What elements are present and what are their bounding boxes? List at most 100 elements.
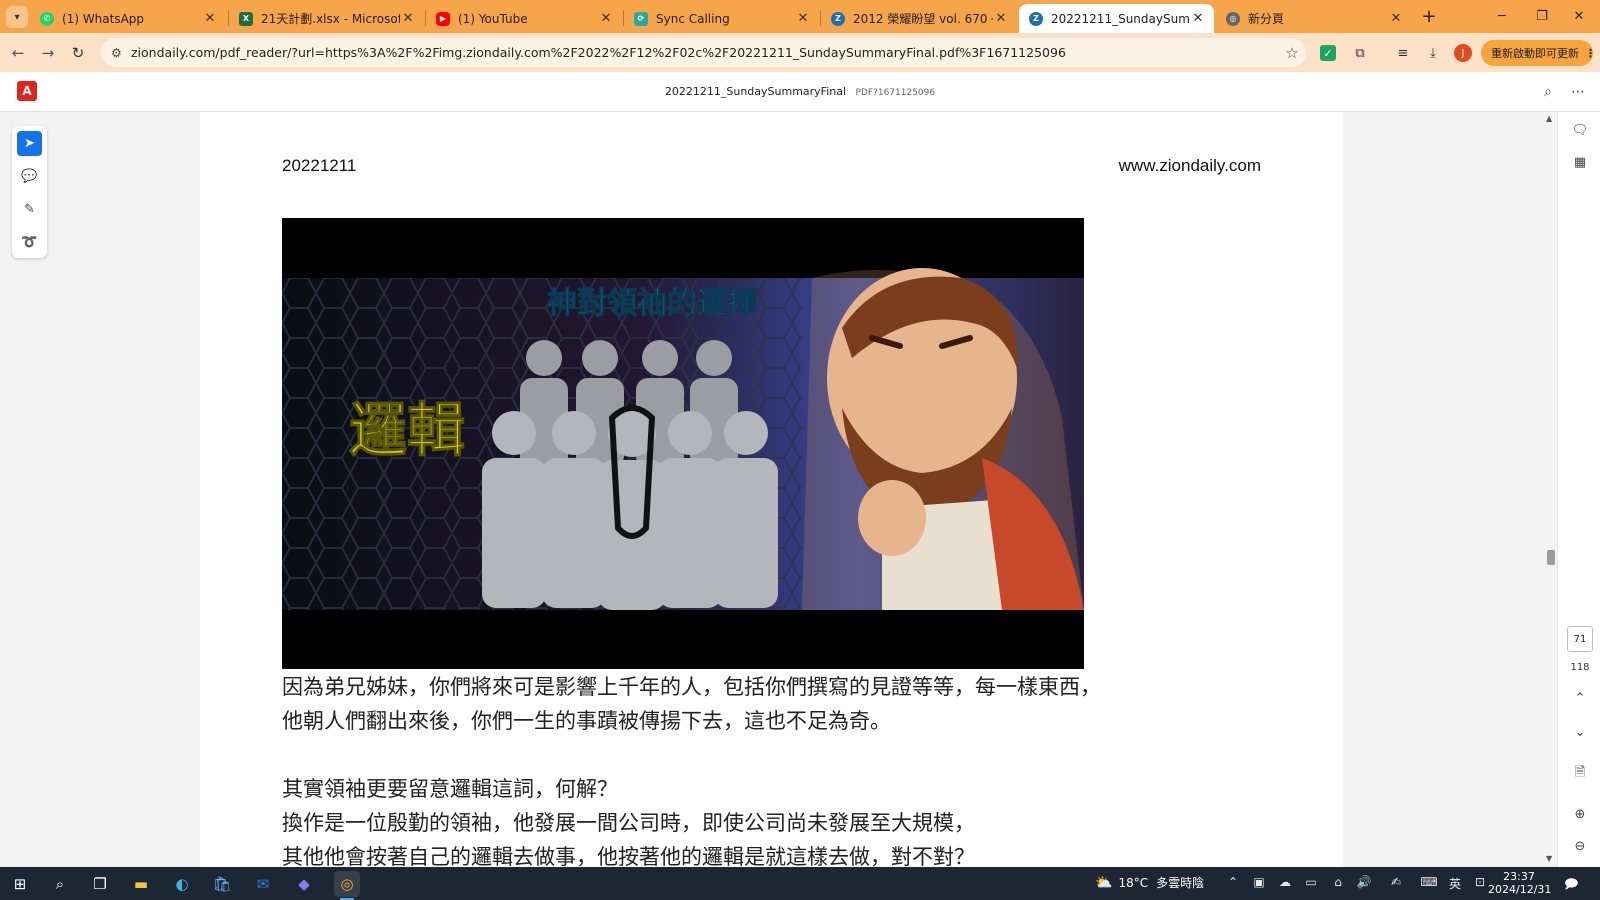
forward-button[interactable]: →: [36, 41, 60, 65]
close-tab-icon[interactable]: ✕: [795, 11, 811, 26]
weather-widget[interactable]: ⛅ 18°C 多雲時陰: [1095, 874, 1204, 891]
battery-icon[interactable]: ▭: [1302, 875, 1320, 889]
close-tab-icon[interactable]: ✕: [1190, 11, 1206, 26]
tab-search-button[interactable]: ▾: [6, 6, 28, 28]
pdf-title-text: 20221211_SundaySummaryFinal: [664, 85, 847, 98]
silhouettes-front-group: [482, 409, 778, 610]
page-header-date: 20221211: [282, 156, 357, 175]
comments-panel-icon[interactable]: 🗨: [1570, 120, 1590, 140]
arrow-right-icon: →: [41, 44, 55, 62]
ime-indicator[interactable]: 英: [1446, 875, 1464, 892]
edge-button[interactable]: ◐: [169, 871, 195, 897]
more-horizontal-icon[interactable]: ⋯: [1568, 82, 1588, 102]
next-page-icon[interactable]: ⌄: [1570, 722, 1590, 742]
weather-desc: 多雲時陰: [1156, 876, 1205, 890]
draw-tool-button[interactable]: ➰: [17, 230, 42, 255]
select-tool-button[interactable]: ➤: [17, 131, 42, 156]
total-pages: 118: [1570, 662, 1590, 673]
ime-mode-icon[interactable]: ⊡: [1471, 875, 1489, 889]
search-icon[interactable]: ⌕: [1538, 82, 1558, 102]
arrow-left-icon: ←: [11, 44, 25, 62]
scroll-down-arrow-icon[interactable]: ▼: [1546, 854, 1552, 863]
update-button[interactable]: 重新啟動即可更新 ⋮: [1481, 40, 1593, 66]
zoom-out-icon[interactable]: ⊖: [1570, 836, 1590, 856]
chrome-taskbar-button[interactable]: ◎: [334, 871, 360, 900]
paragraph-line-1: 因為弟兄姊妹，你們將來可是影響上千年的人，包括你們撰寫的見證等等，每一樣東西，: [282, 675, 1101, 699]
start-button[interactable]: ⊞: [7, 871, 33, 897]
meet-icon[interactable]: ▣: [1250, 875, 1268, 889]
close-tab-icon[interactable]: ✕: [400, 11, 416, 26]
reload-icon: ↻: [71, 44, 85, 62]
current-page-input[interactable]: 71: [1567, 626, 1593, 652]
ziondaily-icon: Z: [1029, 11, 1043, 26]
page-header-site: www.ziondaily.com: [1118, 156, 1261, 175]
zoom-in-icon[interactable]: ⊕: [1570, 804, 1590, 824]
comment-tool-button[interactable]: 💬: [17, 164, 42, 189]
plus-icon: +: [1421, 5, 1437, 27]
right-rail: 🗨 ▦ 71 118 ⌃ ⌄ 🗎 ⊕ ⊖: [1557, 112, 1600, 867]
tab-sync-calling[interactable]: ⟳ Sync Calling ✕: [624, 4, 819, 33]
close-icon: ✕: [1573, 9, 1585, 24]
tab-youtube[interactable]: ▶ (1) YouTube ✕: [426, 4, 622, 33]
download-icon[interactable]: ⤓: [1423, 43, 1443, 63]
url-text[interactable]: ziondaily.com/pdf_reader/?url=https%3A%2…: [127, 45, 1278, 60]
minimize-icon: ─: [1498, 9, 1506, 24]
network-icon[interactable]: ⌂: [1329, 875, 1347, 889]
media-controls-icon[interactable]: ≡: [1393, 43, 1413, 63]
new-tab-button[interactable]: +: [1418, 5, 1440, 27]
folder-icon: ▬: [133, 875, 149, 893]
clock-time: 23:37: [1503, 870, 1535, 883]
task-view-icon: ❐: [93, 875, 107, 893]
site-info-icon[interactable]: ⚙: [101, 46, 127, 60]
search-button[interactable]: ⌕: [47, 871, 73, 897]
pen-tray-icon[interactable]: ✍: [1387, 875, 1405, 889]
tab-whatsapp[interactable]: ✆ (1) WhatsApp ✕: [30, 4, 226, 33]
onedrive-icon[interactable]: ☁: [1276, 875, 1294, 889]
hero-side-text: 邏輯: [349, 396, 465, 464]
address-bar[interactable]: ⚙ ziondaily.com/pdf_reader/?url=https%3A…: [101, 38, 1306, 67]
tab-ziondaily-article[interactable]: Z 2012 榮耀盼望 vol. 670 ── 聖靈 ✕: [821, 4, 1017, 33]
previous-page-icon[interactable]: ⌃: [1570, 688, 1590, 708]
edge-icon: ◐: [175, 875, 189, 893]
back-button[interactable]: ←: [6, 41, 30, 65]
pdf-page: 20221211 www.ziondaily.com 神對領袖的選擇 邏輯 因為…: [200, 112, 1343, 867]
ziondaily-icon: Z: [831, 11, 845, 26]
hero-headline: 神對領袖的選擇: [547, 286, 757, 321]
file-explorer-button[interactable]: ▬: [128, 871, 154, 897]
paragraph-line-3: 其實領袖更要留意邏輯這詞，何解？: [282, 777, 618, 801]
extension-check-icon[interactable]: ✓: [1320, 45, 1336, 61]
reload-button[interactable]: ↻: [66, 41, 90, 65]
copilot-button[interactable]: ◆: [291, 871, 317, 897]
task-view-button[interactable]: ❐: [87, 871, 113, 897]
profile-avatar[interactable]: J: [1454, 44, 1472, 62]
more-vertical-icon: ⋮: [1585, 46, 1593, 60]
tab-new-tab[interactable]: ◎ 新分頁 ✕: [1216, 4, 1412, 33]
vertical-scrollbar[interactable]: ▲ ▼: [1543, 112, 1557, 867]
notification-icon[interactable]: 🗩: [1564, 875, 1578, 897]
close-tab-icon[interactable]: ✕: [1388, 11, 1404, 26]
outlook-button[interactable]: ✉: [250, 871, 276, 897]
thumbnails-grid-icon[interactable]: ▦: [1570, 152, 1590, 172]
tray-overflow-icon[interactable]: ⌃: [1224, 875, 1242, 889]
page-fit-icon[interactable]: 🗎: [1570, 764, 1590, 784]
bookmark-star-icon[interactable]: ☆: [1278, 44, 1306, 62]
extensions-puzzle-icon[interactable]: ⧉: [1350, 43, 1370, 63]
annotation-toolbar: ➤ 💬 ✎ ➰: [12, 126, 47, 258]
system-clock[interactable]: 23:37 2024/12/31: [1488, 870, 1552, 896]
tab-excel[interactable]: X 21天計劃.xlsx - Microsoft Excel ✕: [229, 4, 424, 33]
close-tab-icon[interactable]: ✕: [598, 11, 614, 26]
close-tab-icon[interactable]: ✕: [202, 11, 218, 26]
scroll-up-arrow-icon[interactable]: ▲: [1546, 114, 1552, 123]
sync-calling-icon: ⟳: [634, 11, 648, 26]
volume-icon[interactable]: 🔊: [1355, 875, 1373, 889]
clock-date: 2024/12/31: [1488, 883, 1552, 896]
close-tab-icon[interactable]: ✕: [993, 11, 1009, 26]
keyboard-icon[interactable]: ⌨: [1420, 875, 1438, 889]
highlight-tool-button[interactable]: ✎: [17, 197, 42, 222]
store-button[interactable]: 🛍: [209, 871, 235, 897]
scroll-thumb[interactable]: [1547, 550, 1555, 565]
chrome-icon: ◎: [340, 875, 354, 893]
restore-icon: ❐: [1536, 9, 1548, 24]
close-window-button[interactable]: ✕: [1556, 0, 1600, 33]
tab-pdf-active[interactable]: Z 20221211_SundaySummaryFinal ✕: [1019, 4, 1214, 33]
